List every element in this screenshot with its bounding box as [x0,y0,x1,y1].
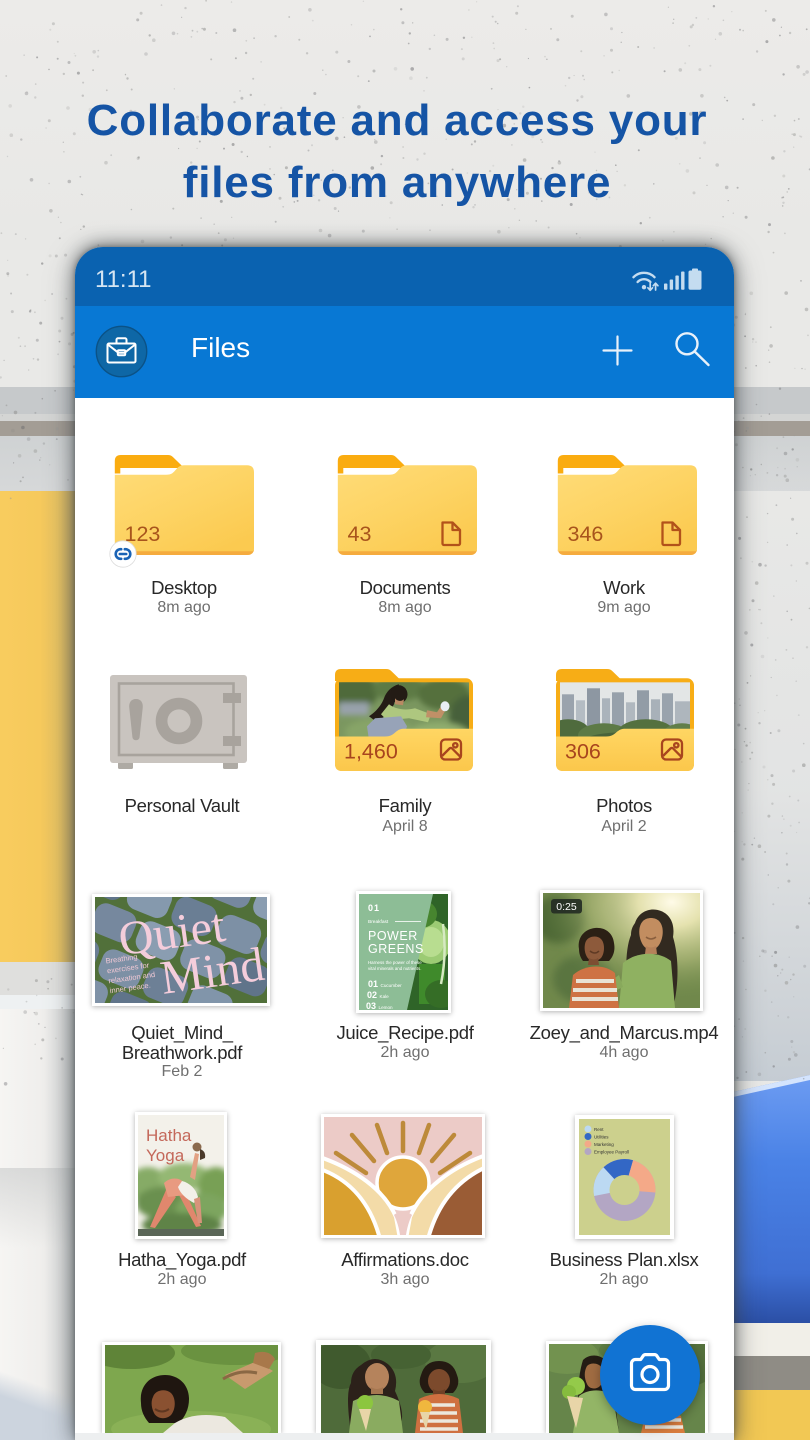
svg-text:POWER: POWER [368,929,418,943]
svg-text:346: 346 [568,522,604,546]
svg-text:Employee Payroll: Employee Payroll [594,1150,629,1155]
svg-text:Marketing: Marketing [594,1142,614,1147]
svg-text:GREENS: GREENS [368,942,424,956]
svg-text:Yoga: Yoga [146,1146,185,1165]
svg-text:Breakfast: Breakfast [368,919,389,925]
svg-text:01: 01 [368,903,380,913]
svg-text:Hatha: Hatha [146,1126,192,1145]
svg-text:306: 306 [565,740,601,764]
svg-text:Harness the power of these: Harness the power of these [368,960,422,965]
svg-text:43: 43 [348,522,372,546]
svg-text:vital minerals and nutrients.: vital minerals and nutrients. [368,966,421,971]
svg-text:1,460: 1,460 [344,740,398,764]
svg-text:0:25: 0:25 [556,901,577,913]
svg-text:Rent: Rent [594,1127,604,1132]
svg-text:Utilities: Utilities [594,1135,609,1140]
